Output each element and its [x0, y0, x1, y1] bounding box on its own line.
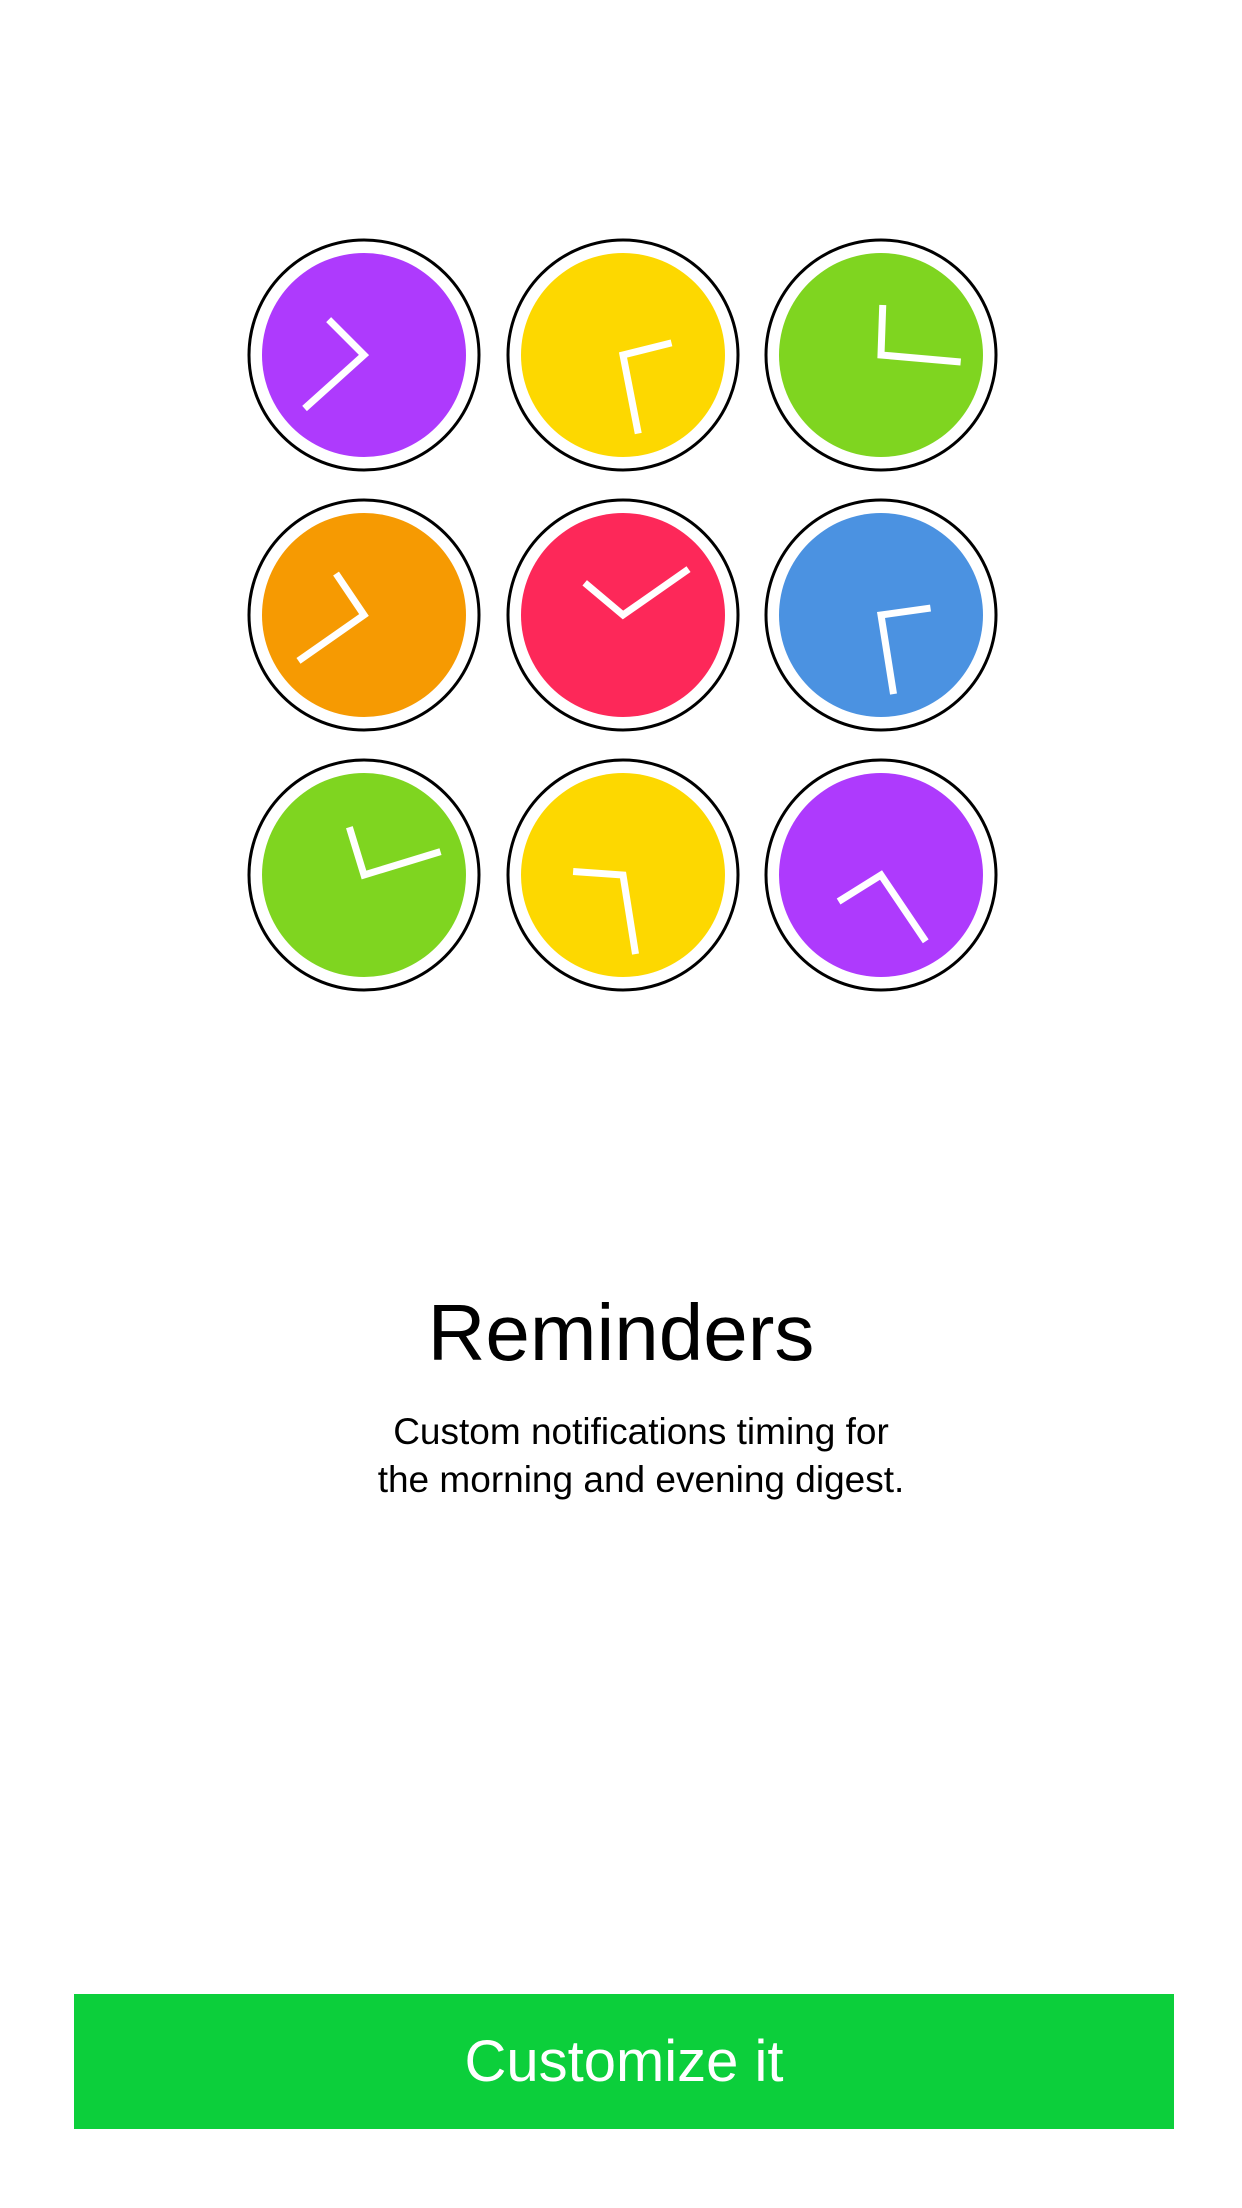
subtitle-line-1: Custom notifications timing for: [393, 1411, 889, 1452]
page-title: Reminders: [427, 1288, 815, 1377]
clock-grid: [0, 0, 1242, 1000]
clock-yellow-icon: [505, 237, 741, 473]
clock-purple-icon: [763, 757, 999, 993]
clock-yellow-icon: [505, 757, 741, 993]
customize-button[interactable]: Customize it: [74, 1994, 1174, 2129]
clock-green-icon: [763, 237, 999, 473]
clock-purple-icon: [246, 237, 482, 473]
clock-green-icon: [246, 757, 482, 993]
clock-red-icon: [505, 497, 741, 733]
subtitle-line-2: the morning and evening digest.: [377, 1459, 905, 1500]
page-subtitle: Custom notifications timing for the morn…: [321, 1408, 961, 1504]
clock-blue-icon: [763, 497, 999, 733]
clock-orange-icon: [246, 497, 482, 733]
